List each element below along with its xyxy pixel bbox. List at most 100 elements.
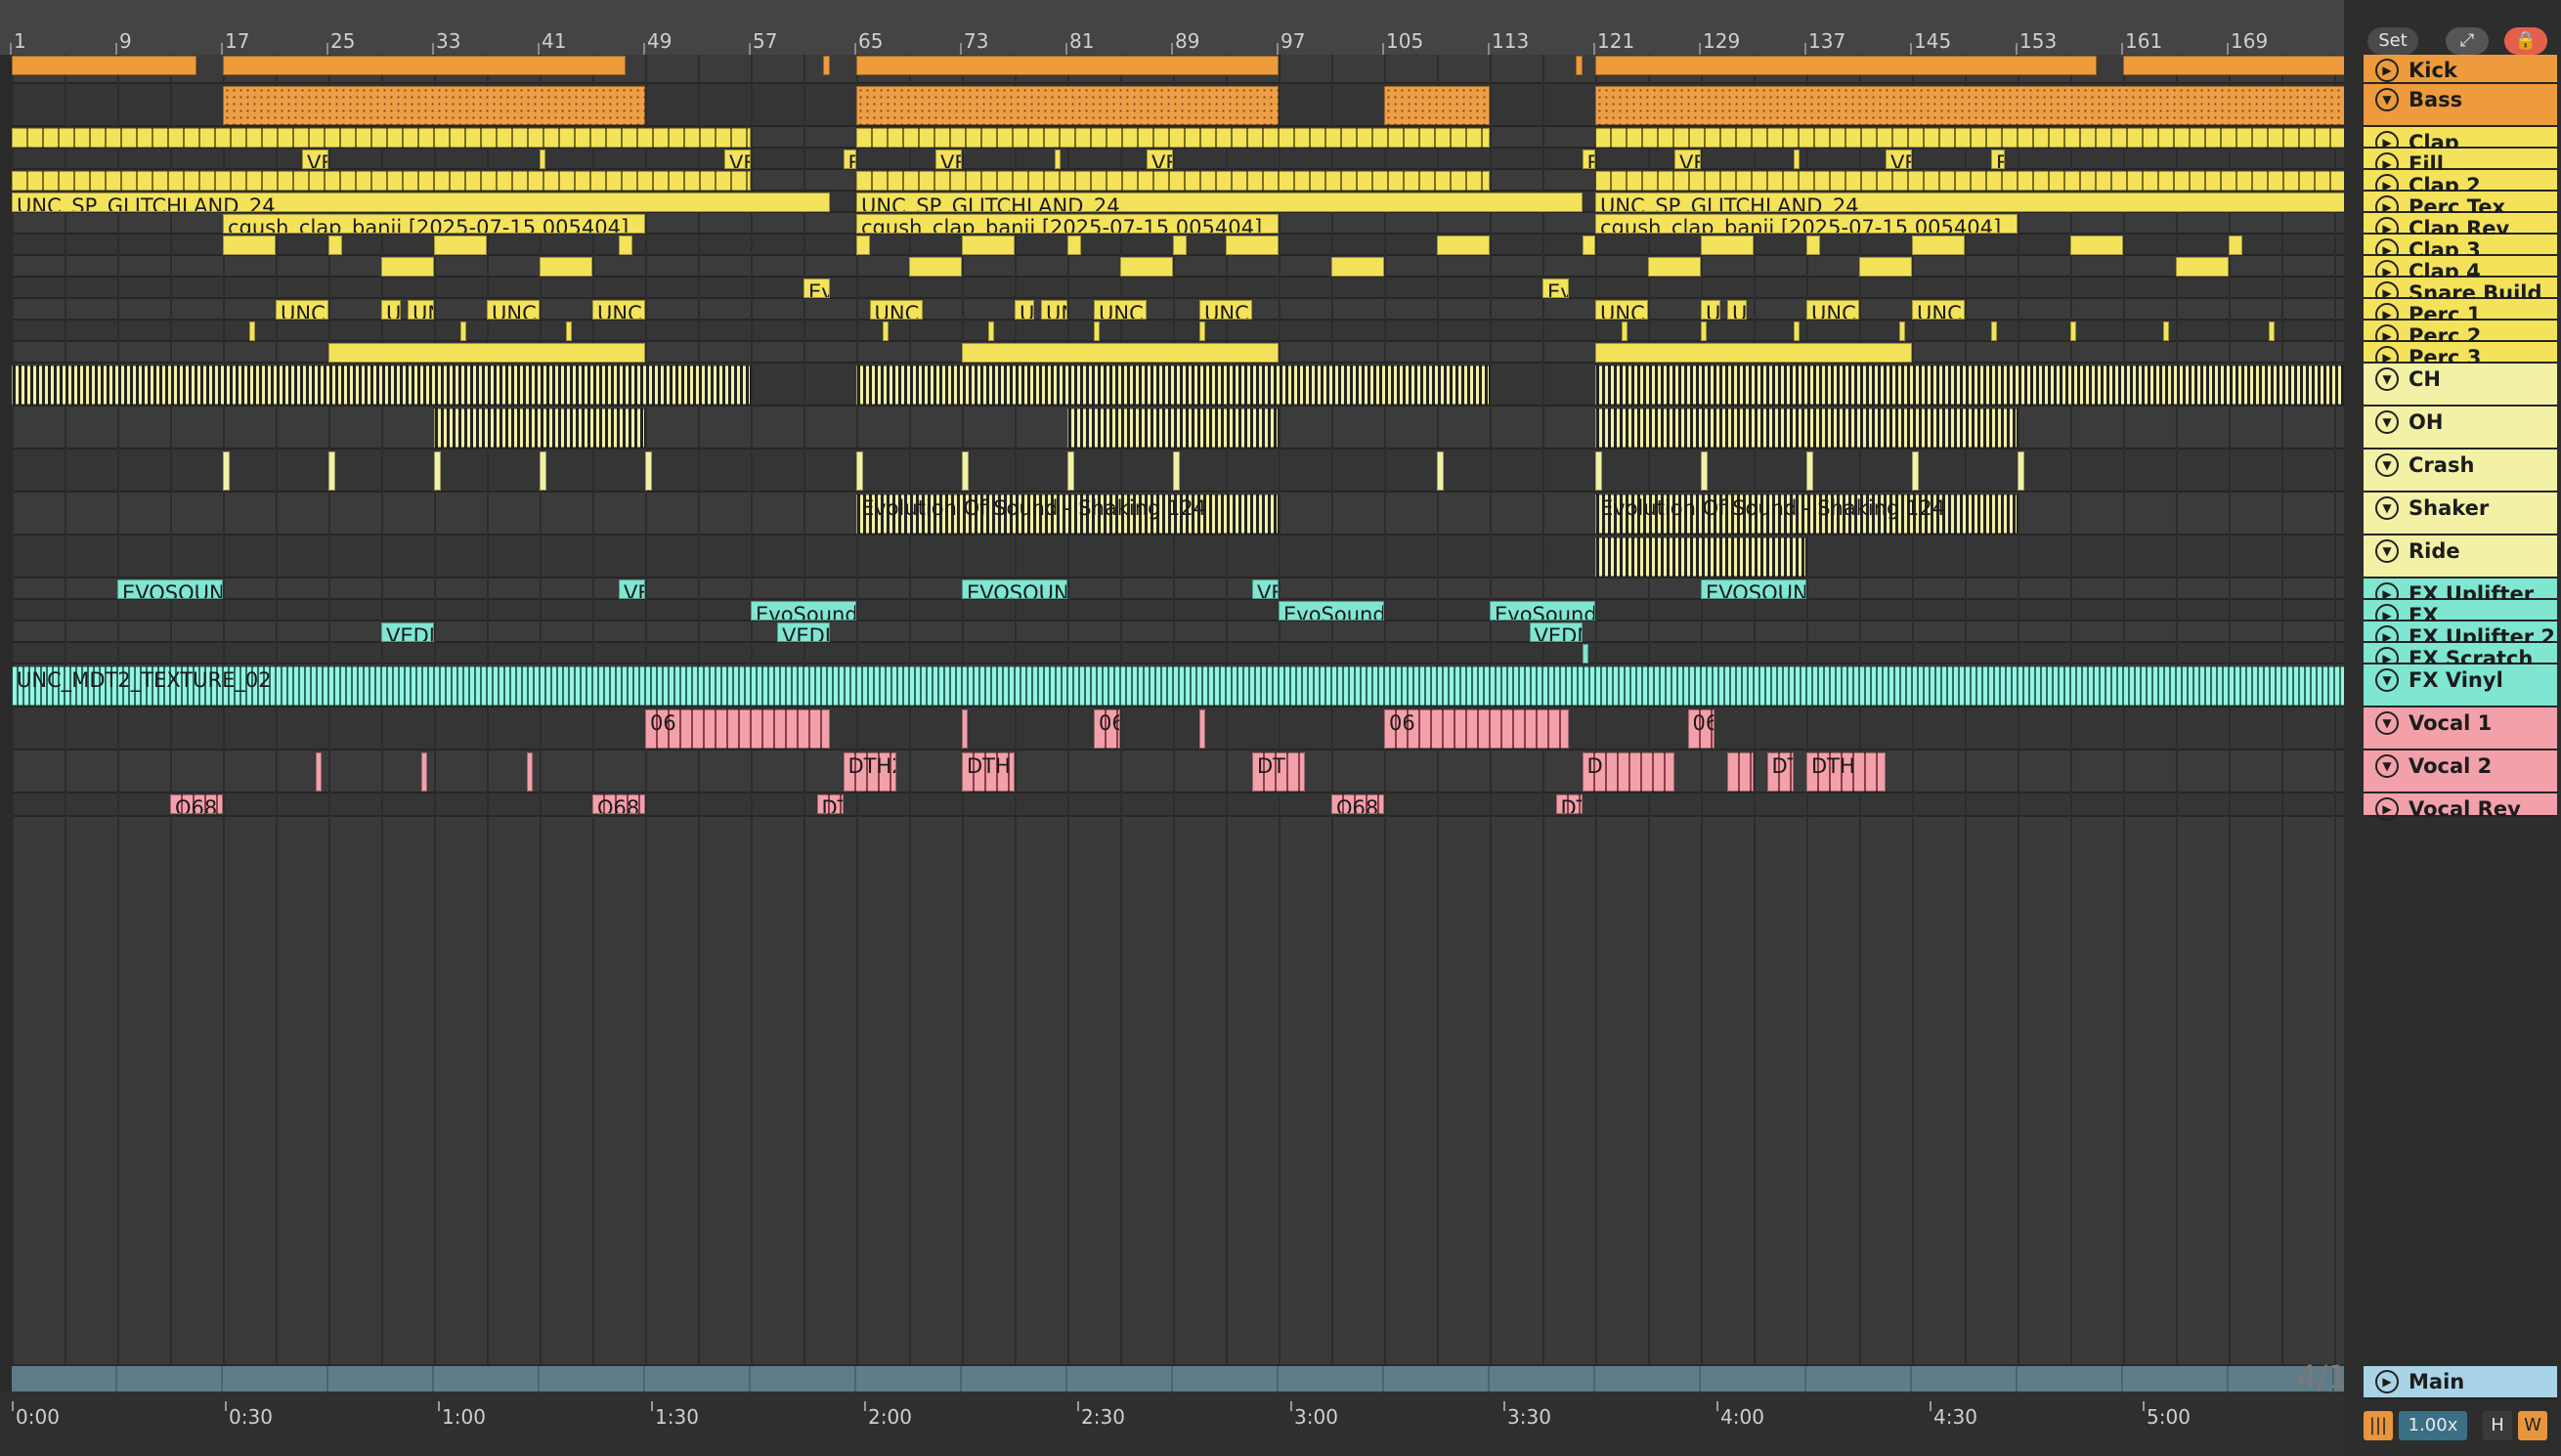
track-lane[interactable]	[12, 750, 2344, 793]
clip[interactable]	[856, 171, 1490, 191]
clip[interactable]	[1595, 537, 1806, 577]
clip[interactable]	[1094, 321, 1100, 341]
clip[interactable]: UNC	[1199, 300, 1252, 320]
clip[interactable]: UNC	[1912, 300, 1965, 320]
clip[interactable]: VE	[1674, 150, 1701, 169]
clip[interactable]	[381, 257, 434, 277]
chevron-down-icon[interactable]: ▼	[2375, 668, 2399, 692]
track-header-perc-3[interactable]: ▶ Perc 3	[2364, 342, 2557, 369]
clip[interactable]	[223, 86, 645, 125]
clip[interactable]	[1701, 321, 1707, 341]
track-header-shaker[interactable]: ▼ Shaker	[2364, 492, 2557, 535]
clip[interactable]	[2268, 321, 2275, 341]
clip[interactable]: VEDN	[1529, 622, 1583, 642]
clip[interactable]: VE	[1252, 579, 1279, 599]
clip[interactable]: 06	[645, 709, 830, 749]
clip[interactable]	[420, 752, 427, 792]
clip[interactable]: DT	[1252, 752, 1305, 792]
clip[interactable]: cgush_clap_banji [2025-07-15 005404]	[223, 214, 645, 234]
clip[interactable]	[962, 709, 968, 749]
track-lane[interactable]	[12, 643, 2344, 664]
clip[interactable]	[328, 451, 335, 491]
clip[interactable]: EVOSOUND	[962, 579, 1067, 599]
clip[interactable]	[328, 236, 342, 255]
expand-icon[interactable]: ⤢	[2446, 27, 2489, 55]
clip[interactable]	[1120, 257, 1173, 277]
clip[interactable]: D	[1582, 752, 1674, 792]
clip[interactable]	[540, 150, 545, 169]
play-arrow-icon[interactable]: ▶	[2375, 1370, 2399, 1393]
track-header-perc-2[interactable]: ▶ Perc 2	[2364, 321, 2557, 348]
clip[interactable]	[909, 257, 962, 277]
clip[interactable]: UNC_SP_GLITCHLAND_24	[12, 193, 830, 212]
clip[interactable]	[988, 321, 994, 341]
track-header-snare-build[interactable]: ▶ Snare Build	[2364, 278, 2557, 305]
clip[interactable]	[460, 321, 466, 341]
clip[interactable]	[12, 171, 751, 191]
clip[interactable]	[434, 451, 441, 491]
clip[interactable]	[223, 56, 626, 75]
clip[interactable]	[1595, 86, 2344, 125]
clip[interactable]	[1701, 236, 1754, 255]
clip[interactable]	[1859, 257, 1912, 277]
clip[interactable]	[1067, 236, 1081, 255]
bar-ruler[interactable]: 1 9 17 25 33 41 49 57 65 73 81 89 97 105 113 121 129 137 1…	[0, 0, 2561, 55]
clip[interactable]	[1173, 451, 1180, 491]
clip[interactable]: VEDM	[381, 622, 434, 642]
track-header-fx-uplifter[interactable]: ▶ FX Uplifter	[2364, 578, 2557, 606]
track-lane[interactable]	[12, 278, 2344, 299]
clip[interactable]: UNC	[1094, 300, 1147, 320]
clip[interactable]: 06	[1094, 709, 1120, 749]
track-header-ch[interactable]: ▼ CH	[2364, 364, 2557, 407]
clip[interactable]: UNC_SP_GLITCHLAND_24	[1595, 193, 2344, 212]
clip[interactable]	[1793, 321, 1800, 341]
track-header-clap-3[interactable]: ▶ Clap 3	[2364, 235, 2557, 262]
track-header-ride[interactable]: ▼ Ride	[2364, 535, 2557, 578]
clip[interactable]	[962, 451, 969, 491]
clip[interactable]	[645, 451, 652, 491]
clip[interactable]: EVOSOUND	[1701, 579, 1806, 599]
clip[interactable]: DTH	[962, 752, 1015, 792]
clip[interactable]	[1991, 321, 1997, 341]
track-header-clap-4[interactable]: ▶ Clap 4	[2364, 256, 2557, 283]
clip[interactable]: EvoSounds	[751, 601, 856, 621]
track-header-fx-vinyl[interactable]: ▼ FX Vinyl	[2364, 664, 2557, 707]
clip[interactable]: O68	[592, 794, 645, 814]
chevron-down-icon[interactable]: ▼	[2375, 88, 2399, 111]
track-header-clap[interactable]: ▶ Clap	[2364, 127, 2557, 154]
clip[interactable]: VE	[619, 579, 645, 599]
clip[interactable]: VE	[724, 150, 751, 169]
clip[interactable]	[1331, 257, 1384, 277]
chevron-down-icon[interactable]: ▼	[2375, 711, 2399, 735]
track-header-fill[interactable]: ▶ Fill	[2364, 149, 2557, 176]
clip[interactable]: UNC_MDT2_TEXTURE_02	[12, 666, 2344, 706]
clip[interactable]: UNC	[1806, 300, 1859, 320]
clip[interactable]: U	[1015, 300, 1035, 320]
clip[interactable]	[12, 128, 751, 148]
play-arrow-icon[interactable]: ▶	[2375, 797, 2399, 821]
clip[interactable]	[12, 56, 196, 75]
play-arrow-icon[interactable]: ▶	[2375, 59, 2399, 82]
track-header-vocal-1[interactable]: ▼ Vocal 1	[2364, 707, 2557, 750]
clip[interactable]	[1622, 321, 1628, 341]
lock-icon[interactable]: 🔒	[2504, 27, 2547, 55]
track-lane[interactable]	[12, 621, 2344, 643]
clip[interactable]	[856, 236, 870, 255]
main-track-lane[interactable]	[12, 1366, 2344, 1392]
clip[interactable]: DT	[1766, 752, 1794, 792]
clip[interactable]: UN	[1041, 300, 1067, 320]
track-lane[interactable]	[12, 707, 2344, 750]
track-lane[interactable]	[12, 256, 2344, 278]
clip[interactable]: DTH2	[843, 752, 896, 792]
clip[interactable]: VE	[1886, 150, 1912, 169]
track-lane[interactable]	[12, 535, 2344, 578]
clip[interactable]	[1595, 56, 2097, 75]
clip[interactable]	[1701, 451, 1708, 491]
track-lane[interactable]	[12, 600, 2344, 621]
clip[interactable]	[2162, 321, 2169, 341]
clip[interactable]	[1582, 236, 1595, 255]
clip[interactable]: UNC	[869, 300, 923, 320]
chevron-down-icon[interactable]: ▼	[2375, 496, 2399, 520]
time-ruler[interactable]: 0:00 0:30 1:00 1:30 2:00 2:30 3:00 3:30 4:00 4:30…	[0, 1392, 2344, 1456]
track-header-kick[interactable]: ▶ Kick	[2364, 55, 2557, 84]
